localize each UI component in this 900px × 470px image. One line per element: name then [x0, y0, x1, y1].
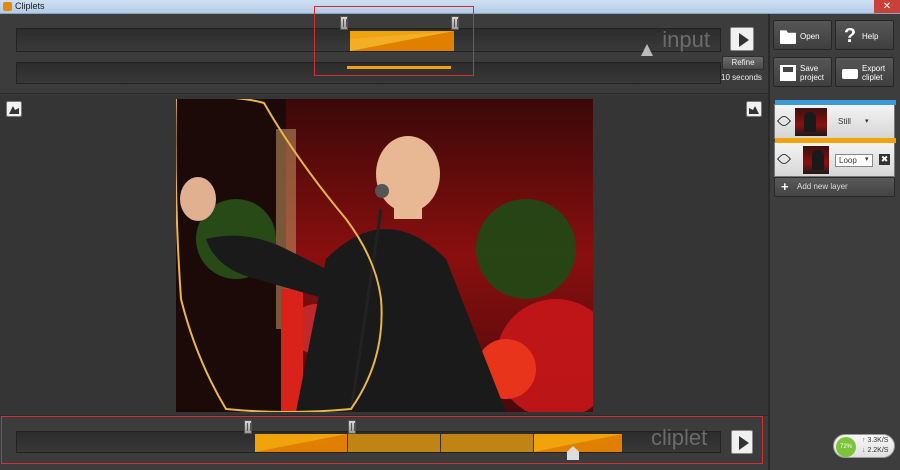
layer-loop[interactable]: Loop ▾ ✖ — [774, 138, 896, 177]
delete-layer-icon[interactable]: ✖ — [879, 154, 890, 165]
question-icon: ? — [843, 25, 857, 47]
layer-color-bar — [775, 138, 896, 143]
refine-button[interactable]: Refine — [722, 56, 764, 70]
eye-icon[interactable] — [776, 151, 792, 167]
network-percent: 72% — [836, 437, 856, 457]
plus-icon: + — [781, 179, 789, 194]
folder-icon — [780, 30, 796, 44]
add-layer-label: Add new layer — [797, 182, 848, 191]
input-highlight-frame — [314, 6, 474, 76]
save-label: Save project — [800, 64, 825, 82]
input-playhead-marker[interactable] — [641, 44, 653, 56]
window-title: Cliplets — [15, 1, 45, 11]
open-button[interactable]: Open — [773, 20, 832, 50]
save-icon — [780, 65, 796, 81]
mask-tool-left-icon[interactable] — [6, 101, 22, 117]
cliplet-highlight-frame — [1, 416, 763, 464]
layer-thumbnail — [795, 108, 827, 136]
close-button[interactable]: ✕ — [874, 0, 900, 13]
layer-thumbnail — [803, 146, 829, 174]
download-speed: ↓ 2.2K/S — [862, 447, 889, 454]
down-arrow-icon: ↓ — [862, 447, 866, 454]
help-label: Help — [862, 31, 879, 41]
open-label: Open — [800, 31, 820, 41]
layer-mode: Loop — [839, 156, 857, 165]
help-button[interactable]: ? Help — [835, 20, 894, 50]
video-frame[interactable] — [176, 99, 593, 412]
video-scene — [176, 99, 593, 412]
up-arrow-icon: ↑ — [862, 437, 866, 444]
upload-speed: ↑ 3.3K/S — [862, 437, 889, 444]
chevron-down-icon[interactable]: ▾ — [865, 117, 869, 125]
mask-tool-right-icon[interactable] — [746, 101, 762, 117]
layer-mode[interactable]: Still — [838, 117, 851, 126]
eye-icon[interactable] — [776, 113, 792, 129]
duration-text: 10 seconds — [721, 73, 762, 82]
camera-icon — [842, 69, 858, 79]
export-cliplet-button[interactable]: Export cliplet — [835, 57, 894, 87]
layer-color-bar — [775, 100, 896, 105]
layer-still[interactable]: Still ▾ — [774, 100, 896, 139]
add-layer-button[interactable]: + Add new layer — [774, 177, 895, 197]
save-project-button[interactable]: Save project — [773, 57, 832, 87]
input-label: input — [662, 27, 710, 52]
app-icon — [3, 2, 12, 11]
chevron-down-icon[interactable]: ▾ — [865, 155, 869, 163]
network-widget: 72% ↑ 3.3K/S ↓ 2.2K/S — [833, 434, 895, 458]
play-input-button[interactable] — [730, 27, 754, 51]
export-label: Export cliplet — [862, 64, 886, 82]
